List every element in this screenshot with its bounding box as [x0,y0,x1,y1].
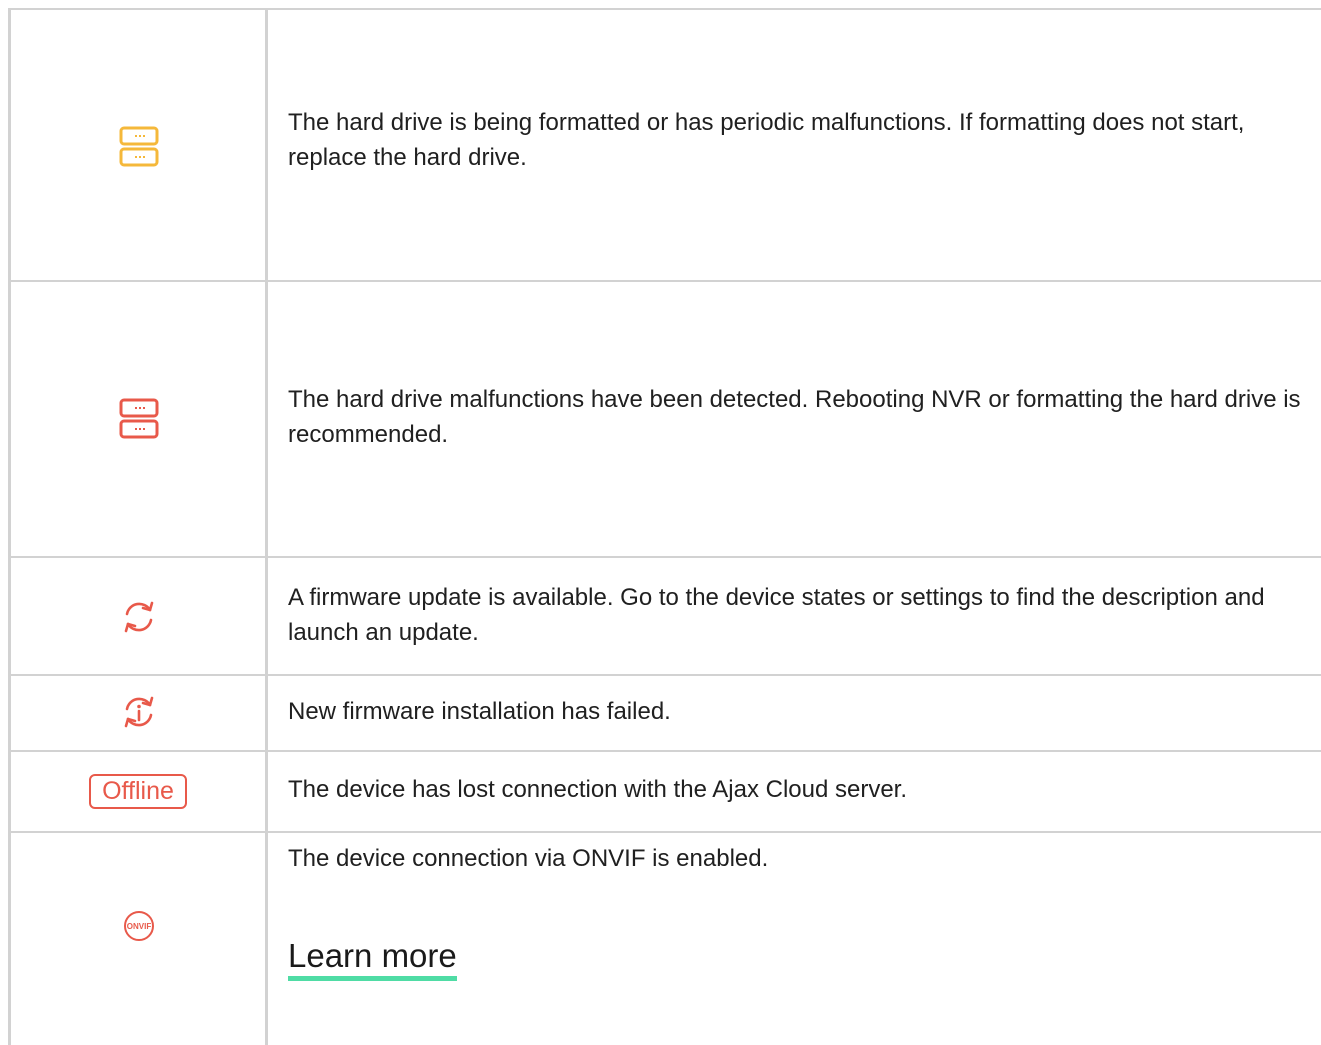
description-cell: A firmware update is available. Go to th… [265,558,1321,674]
table-row: The hard drive is being formatted or has… [8,10,1321,280]
description-cell: New firmware installation has failed. [265,676,1321,750]
description-cell: The device connection via ONVIF is enabl… [265,833,1321,1045]
table-row: New firmware installation has failed. [8,676,1321,750]
onvif-icon: ONVIF [121,908,157,944]
hard-drive-warning-icon [116,124,162,170]
firmware-failed-icon [119,692,159,732]
icon-cell [8,558,265,674]
row-description: A firmware update is available. Go to th… [288,584,1265,646]
table-row: A firmware update is available. Go to th… [8,558,1321,674]
row-description: The device has lost connection with the … [288,776,908,803]
icon-cell: Offline [8,752,265,831]
firmware-update-icon [119,597,159,637]
offline-status-badge: Offline [89,774,187,809]
icon-cell [8,10,265,280]
offline-badge-wrap: Offline [11,752,265,831]
learn-more-link[interactable]: Learn more [288,937,457,981]
table-row: Offline The device has lost connection w… [8,752,1321,831]
icon-cell: ONVIF [8,833,265,1045]
device-status-table: The hard drive is being formatted or has… [8,8,1321,1045]
row-description: New firmware installation has failed. [288,698,671,725]
learn-more-wrap: Learn more [288,937,457,981]
onvif-icon-label: ONVIF [127,922,152,931]
row-description: The device connection via ONVIF is enabl… [288,845,769,872]
hard-drive-error-icon [116,396,162,442]
description-cell: The hard drive malfunctions have been de… [265,282,1321,556]
row-description: The hard drive malfunctions have been de… [288,386,1301,448]
row-description: The hard drive is being formatted or has… [288,109,1245,171]
icon-cell [8,282,265,556]
icon-cell [8,676,265,750]
table-row: The hard drive malfunctions have been de… [8,282,1321,556]
table-row: ONVIF The device connection via ONVIF is… [8,833,1321,1045]
description-cell: The device has lost connection with the … [265,752,1321,831]
description-cell: The hard drive is being formatted or has… [265,10,1321,280]
